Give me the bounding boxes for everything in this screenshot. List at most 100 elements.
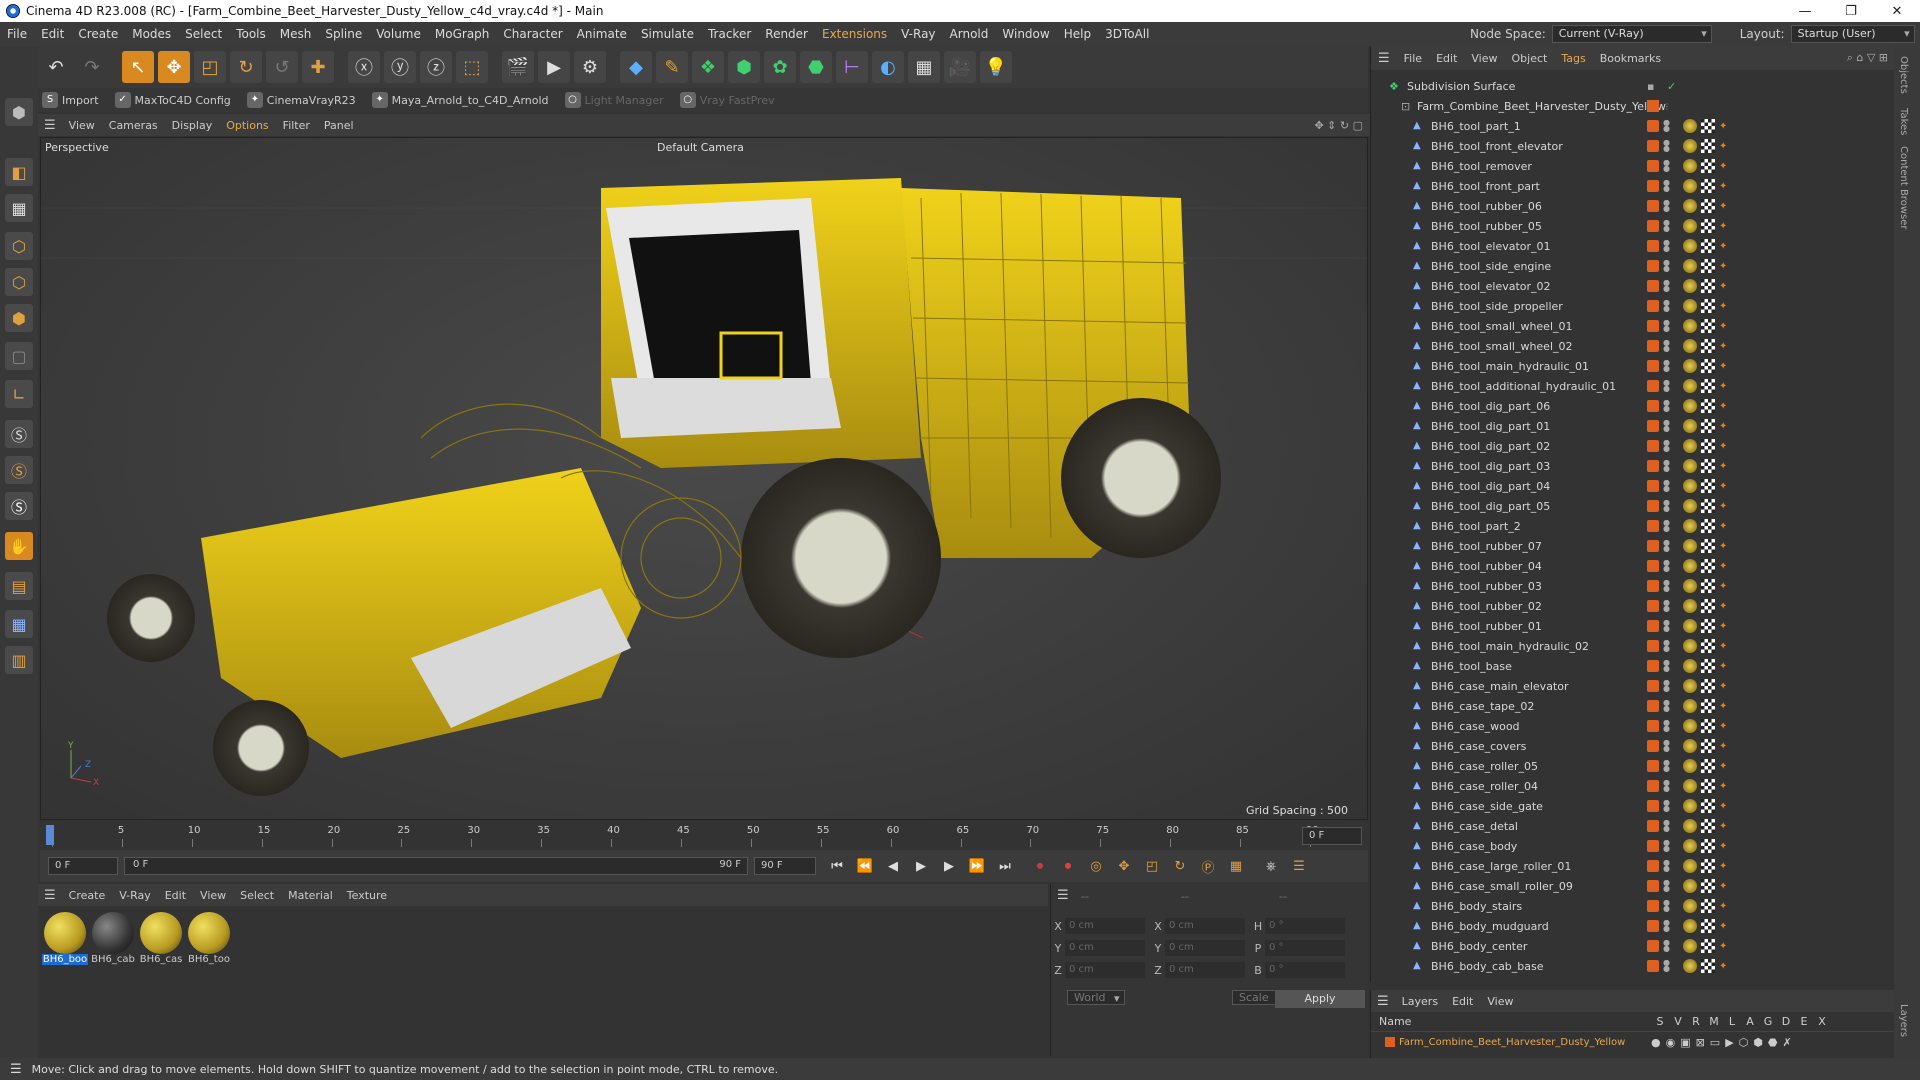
uvw-tag-icon[interactable] — [1701, 439, 1715, 453]
vray-material-tag-icon[interactable] — [1683, 559, 1697, 573]
vray-material-tag-icon[interactable] — [1683, 119, 1697, 133]
phong-tag-icon[interactable]: ✦ — [1719, 381, 1729, 392]
vray-material-tag-icon[interactable] — [1683, 319, 1697, 333]
object-row[interactable]: ▲ BH6_tool_elevator_01 ● ● ✦ — [1371, 236, 1895, 256]
model-mode-icon[interactable]: ⬢ — [5, 98, 33, 126]
uvw-tag-icon[interactable] — [1701, 339, 1715, 353]
apply-button[interactable]: Apply — [1275, 990, 1365, 1008]
menu-mesh[interactable]: Mesh — [273, 22, 319, 46]
viewport-hamburger-icon[interactable]: ☰ — [38, 118, 62, 133]
key-parameter-icon[interactable]: Ⓟ — [1197, 855, 1219, 877]
pen-icon[interactable]: ✎ — [656, 51, 688, 83]
layer-color-icon[interactable] — [1647, 100, 1659, 112]
visibility-dots-icon[interactable]: ● ● — [1663, 919, 1670, 933]
viewport-menu-panel[interactable]: Panel — [317, 119, 361, 132]
phong-tag-icon[interactable]: ✦ — [1719, 321, 1729, 332]
layer-color-icon[interactable] — [1647, 640, 1659, 652]
workplane-icon[interactable]: ▤ — [5, 572, 33, 600]
layer-color-icon[interactable] — [1647, 340, 1659, 352]
uvw-tag-icon[interactable] — [1701, 499, 1715, 513]
uvw-tag-icon[interactable] — [1701, 519, 1715, 533]
visibility-dots-icon[interactable]: ● ● — [1663, 179, 1670, 193]
mat-menu-edit[interactable]: Edit — [158, 889, 193, 902]
visibility-dots-icon[interactable]: ● ● — [1663, 139, 1670, 153]
visibility-dots-icon[interactable]: ● ● — [1663, 419, 1670, 433]
z-axis-icon[interactable]: ⓩ — [420, 51, 452, 83]
phong-tag-icon[interactable]: ✦ — [1719, 781, 1729, 792]
vray-material-tag-icon[interactable] — [1683, 399, 1697, 413]
visibility-dots-icon[interactable]: ● ● — [1663, 679, 1670, 693]
uvw-tag-icon[interactable] — [1701, 459, 1715, 473]
object-row[interactable]: ▲ BH6_case_tape_02 ● ● ✦ — [1371, 696, 1895, 716]
mat-menu-select[interactable]: Select — [233, 889, 281, 902]
layer-color-icon[interactable] — [1647, 420, 1659, 432]
phong-tag-icon[interactable]: ✦ — [1719, 721, 1729, 732]
vray-material-tag-icon[interactable] — [1683, 779, 1697, 793]
end-frame-field[interactable]: 90 F — [754, 857, 816, 875]
uvw-tag-icon[interactable] — [1701, 619, 1715, 633]
vray-material-tag-icon[interactable] — [1683, 379, 1697, 393]
axis-mode-icon[interactable]: ∟ — [5, 380, 33, 408]
restore-icon[interactable]: ❐ — [1828, 0, 1874, 22]
visibility-dots-icon[interactable]: ● ● — [1663, 219, 1670, 233]
visibility-dots-icon[interactable]: ● ● — [1663, 339, 1670, 353]
select-tool-icon[interactable]: ↖ — [122, 51, 154, 83]
object-row[interactable]: ▲ BH6_case_large_roller_01 ● ● ✦ — [1371, 856, 1895, 876]
object-row[interactable]: ▲ BH6_tool_rubber_02 ● ● ✦ — [1371, 596, 1895, 616]
layer-color-icon[interactable] — [1647, 240, 1659, 252]
obj-menu-bookmarks[interactable]: Bookmarks — [1593, 52, 1668, 65]
uvw-tag-icon[interactable] — [1701, 199, 1715, 213]
obj-menu-object[interactable]: Object — [1505, 52, 1555, 65]
menu-render[interactable]: Render — [758, 22, 815, 46]
layer-color-icon[interactable] — [1647, 840, 1659, 852]
floor-icon[interactable]: ▦ — [908, 51, 940, 83]
visibility-dots-icon[interactable]: ● ● — [1663, 199, 1670, 213]
layer-color-swatch[interactable] — [1385, 1037, 1395, 1047]
object-row[interactable]: ▲ BH6_tool_dig_part_05 ● ● ✦ — [1371, 496, 1895, 516]
vray-material-tag-icon[interactable] — [1683, 639, 1697, 653]
phong-tag-icon[interactable]: ✦ — [1719, 621, 1729, 632]
visibility-dots-icon[interactable]: ● ● — [1663, 439, 1670, 453]
vray-material-tag-icon[interactable] — [1683, 299, 1697, 313]
layer-color-icon[interactable] — [1647, 820, 1659, 832]
viewport-nav-icons[interactable]: ✥ ⇕ ↻ ▢ — [1307, 119, 1370, 132]
phong-tag-icon[interactable]: ✦ — [1719, 961, 1729, 972]
points-mode-icon[interactable]: ⬡ — [5, 232, 33, 260]
vray-material-tag-icon[interactable] — [1683, 899, 1697, 913]
layer-color-icon[interactable] — [1647, 180, 1659, 192]
visibility-dots-icon[interactable]: ● ● — [1663, 459, 1670, 473]
object-row[interactable]: ▲ BH6_body_mudguard ● ● ✦ — [1371, 916, 1895, 936]
object-row-group[interactable]: ⊡ Farm_Combine_Beet_Harvester_Dusty_Yell… — [1371, 96, 1895, 116]
menu-vray[interactable]: V-Ray — [894, 22, 942, 46]
layer-color-icon[interactable] — [1647, 760, 1659, 772]
object-row[interactable]: ▲ BH6_tool_rubber_03 ● ● ✦ — [1371, 576, 1895, 596]
prev-frame-icon[interactable]: ◀ — [882, 855, 904, 877]
layer-color-icon[interactable] — [1647, 680, 1659, 692]
menu-simulate[interactable]: Simulate — [634, 22, 701, 46]
phong-tag-icon[interactable]: ✦ — [1719, 661, 1729, 672]
uvw-tag-icon[interactable] — [1701, 679, 1715, 693]
render-picture-viewer-icon[interactable]: ▶ — [538, 51, 570, 83]
vray-material-tag-icon[interactable] — [1683, 819, 1697, 833]
menu-tracker[interactable]: Tracker — [701, 22, 758, 46]
vray-material-tag-icon[interactable] — [1683, 239, 1697, 253]
layer-color-icon[interactable] — [1647, 540, 1659, 552]
object-row[interactable]: ▲ BH6_tool_rubber_04 ● ● ✦ — [1371, 556, 1895, 576]
layer-color-icon[interactable] — [1647, 520, 1659, 532]
undo-icon[interactable]: ↶ — [40, 51, 72, 83]
uvw-tag-icon[interactable] — [1701, 799, 1715, 813]
uvw-tag-icon[interactable] — [1701, 399, 1715, 413]
next-key-icon[interactable]: ⏩ — [966, 855, 988, 877]
layer-color-icon[interactable] — [1647, 200, 1659, 212]
size-y-field[interactable]: 0 cm — [1165, 940, 1245, 956]
layer-color-icon[interactable] — [1647, 660, 1659, 672]
object-row[interactable]: ▲ BH6_case_small_roller_09 ● ● ✦ — [1371, 876, 1895, 896]
vray-material-tag-icon[interactable] — [1683, 619, 1697, 633]
uvw-tag-icon[interactable] — [1701, 739, 1715, 753]
phong-tag-icon[interactable]: ✦ — [1719, 301, 1729, 312]
visibility-dots-icon[interactable]: ● ● — [1663, 819, 1670, 833]
phong-tag-icon[interactable]: ✦ — [1719, 861, 1729, 872]
vray-material-tag-icon[interactable] — [1683, 159, 1697, 173]
uv-mode-icon[interactable]: ▢ — [5, 342, 33, 370]
object-row[interactable]: ▲ BH6_tool_additional_hydraulic_01 ● ● ✦ — [1371, 376, 1895, 396]
